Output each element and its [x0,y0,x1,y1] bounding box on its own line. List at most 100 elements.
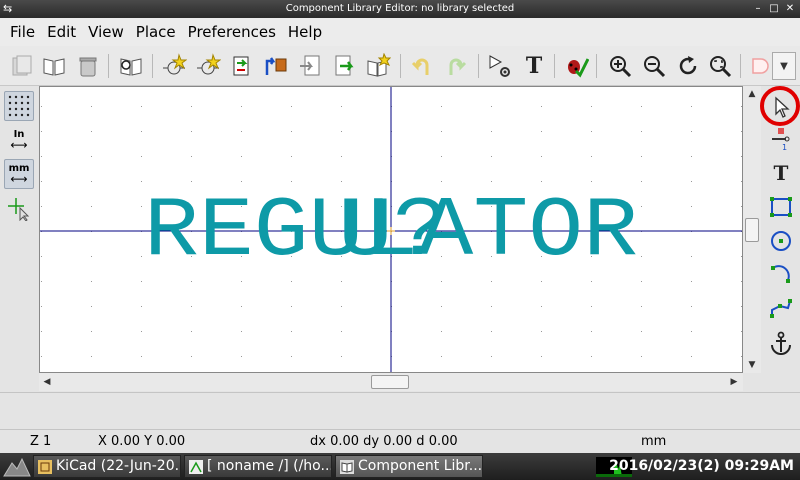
add-rectangle-button[interactable] [766,192,796,222]
cursor-shape-button[interactable] [4,193,34,223]
units-status: mm [641,434,667,449]
grid-dot [141,356,142,357]
drawing-canvas[interactable]: REGULATOR U? [39,86,743,373]
taskbar-item-kicad[interactable]: KiCad (22-Jun-20... [33,455,181,478]
grid-dot [541,306,542,307]
delete-part-button[interactable] [74,52,102,80]
save-to-new-library-button[interactable] [364,52,392,80]
grid-dot [691,131,692,132]
taskbar-item-label: KiCad (22-Jun-20... [56,458,181,474]
grid-dot [341,356,342,357]
menu-preferences[interactable]: Preferences [182,23,282,41]
left-options-toolbar: In ⟷ mm ⟷ [0,86,38,392]
grid-dot [641,181,642,182]
toolbar-separator [740,54,741,78]
scroll-left-arrow-icon[interactable]: ◀ [40,375,54,389]
scroll-right-arrow-icon[interactable]: ▶ [727,375,741,389]
canvas-drawing: REGULATOR U? [40,87,742,372]
library-browser-button[interactable] [117,52,145,80]
export-part-button[interactable] [296,52,324,80]
grid-dot [291,181,292,182]
toolbar-separator [152,54,153,78]
scroll-down-arrow-icon[interactable]: ▼ [745,358,759,372]
grid-dot [241,306,242,307]
window-menu-icon[interactable]: ⇆ [3,0,12,18]
toolbar-separator [596,54,597,78]
redraw-button[interactable] [674,52,702,80]
vertical-scroll-thumb[interactable] [745,218,759,242]
export-part-icon [300,55,320,76]
undo-button[interactable] [408,52,436,80]
menu-view[interactable]: View [82,23,130,41]
grid-dot [91,331,92,332]
create-new-library-button[interactable] [330,52,358,80]
grid-dot [641,281,642,282]
grid-dot [741,206,742,207]
text-tool-icon: T [525,53,543,79]
zoom-in-button[interactable] [606,52,634,80]
crosshair-cursor-icon [8,198,30,221]
save-library-button[interactable] [8,52,36,80]
add-text-button[interactable]: T [766,158,796,188]
grid-dot [241,131,242,132]
load-part-button[interactable] [194,52,222,80]
update-part-icon [233,56,249,76]
maximize-icon[interactable]: □ [768,0,780,18]
body-style-button[interactable] [746,52,774,80]
close-icon[interactable]: ✕ [784,0,796,18]
library-editor-icon [340,460,354,474]
add-pin-button[interactable]: 1 [766,124,796,154]
zoom-out-button[interactable] [640,52,668,80]
field-properties-button[interactable]: T [520,52,548,80]
grid-dot [591,331,592,332]
scroll-up-arrow-icon[interactable]: ▲ [745,87,759,101]
grid-dot [541,281,542,282]
menu-help[interactable]: Help [282,23,328,41]
toolbar-separator [554,54,555,78]
part-properties-button[interactable] [486,52,514,80]
grid-dot [691,331,692,332]
part-select-dropdown[interactable]: ▼ [772,52,796,80]
horizontal-scrollbar[interactable]: ◀ ▶ [39,373,743,391]
select-library-button[interactable] [40,52,68,80]
grid-dot [591,156,592,157]
grid-dot [441,156,442,157]
new-part-icon [163,53,187,75]
start-menu-icon[interactable] [2,455,32,478]
taskbar-item-library-editor[interactable]: Component Libr... [335,455,483,478]
import-part-button[interactable] [262,52,290,80]
svg-text:1: 1 [782,143,787,152]
new-part-button[interactable] [160,52,188,80]
menu-place[interactable]: Place [130,23,182,41]
redo-icon [449,58,467,75]
add-circle-button[interactable] [766,226,796,256]
inch-units-button[interactable]: In ⟷ [4,125,34,155]
grid-dot [191,106,192,107]
horizontal-scroll-thumb[interactable] [371,375,409,389]
part-reference-field[interactable]: U? [338,185,448,280]
grid-toggle-button[interactable] [4,91,34,121]
mm-units-button[interactable]: mm ⟷ [4,159,34,189]
taskbar-item-schematic[interactable]: [ noname /] (/ho... [184,455,332,478]
set-anchor-button[interactable] [766,328,796,358]
add-polyline-button[interactable] [766,294,796,324]
menu-file[interactable]: File [4,23,41,41]
grid-dot [491,106,492,107]
erc-check-button[interactable] [562,52,590,80]
update-part-button[interactable] [228,52,256,80]
grid-dot [191,306,192,307]
grid-dot [691,281,692,282]
grid-dot [291,306,292,307]
grid-dot [641,206,642,207]
redo-button[interactable] [442,52,470,80]
zoom-fit-button[interactable] [706,52,734,80]
text-icon: T [773,161,789,185]
vertical-scrollbar[interactable]: ▲ ▼ [743,86,761,373]
minimize-icon[interactable]: – [752,0,764,18]
grid-dot [241,356,242,357]
add-arc-button[interactable] [766,260,796,290]
grid-dot [141,106,142,107]
menu-edit[interactable]: Edit [41,23,82,41]
grid-dot [291,106,292,107]
double-arrow-icon: ⟷ [10,138,28,152]
